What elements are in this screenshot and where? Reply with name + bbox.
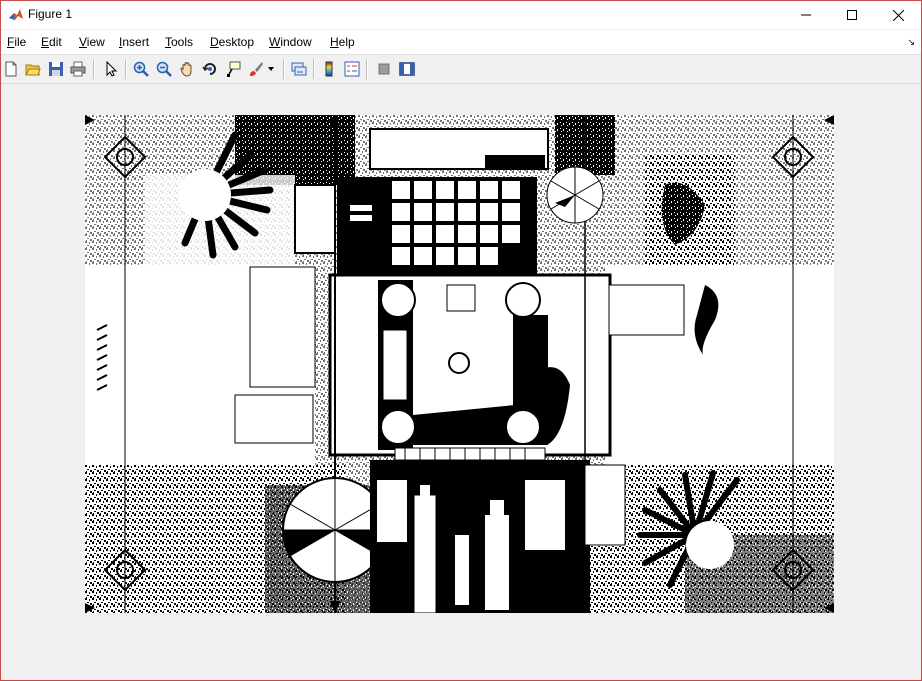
toolbar-separator <box>283 59 285 79</box>
chevron-down-icon <box>268 67 274 71</box>
menu-tools[interactable]: Tools <box>165 35 193 49</box>
link-plot-icon <box>291 62 307 76</box>
edit-plot-button[interactable] <box>101 59 121 79</box>
zoom-out-button[interactable] <box>154 59 174 79</box>
save-icon <box>49 62 63 76</box>
menu-file[interactable]: File <box>7 35 26 49</box>
maximize-button[interactable] <box>829 1 875 29</box>
data-cursor-button[interactable] <box>223 59 243 79</box>
close-button[interactable] <box>875 1 921 29</box>
new-figure-button[interactable] <box>1 59 21 79</box>
matlab-icon <box>8 7 24 23</box>
link-plot-button[interactable] <box>289 59 309 79</box>
close-icon <box>892 9 904 21</box>
new-figure-icon <box>5 61 17 77</box>
legend-icon <box>344 61 360 77</box>
toolbar-separator <box>125 59 127 79</box>
menu-help[interactable]: Help <box>330 35 355 49</box>
brush-button[interactable] <box>246 59 266 79</box>
figure-image[interactable] <box>85 115 834 613</box>
rotate-3d-icon <box>202 63 216 75</box>
maximize-icon <box>847 10 857 20</box>
menu-insert[interactable]: Insert <box>119 35 149 49</box>
save-button[interactable] <box>46 59 66 79</box>
show-plot-tools-icon <box>399 62 415 76</box>
show-plot-tools-button[interactable] <box>397 59 417 79</box>
toolbar-separator <box>313 59 315 79</box>
brush-icon <box>250 62 263 76</box>
menu-bar: File Edit View Insert Tools Desktop Wind… <box>1 30 921 55</box>
title-bar[interactable]: Figure 1 <box>1 1 921 29</box>
print-icon <box>70 61 86 77</box>
window-title: Figure 1 <box>28 7 73 21</box>
hide-plot-tools-button[interactable] <box>374 59 394 79</box>
menu-window[interactable]: Window <box>269 35 312 49</box>
figure-window: Figure 1 File Edit View Insert Tools Des… <box>0 0 922 681</box>
zoom-in-button[interactable] <box>131 59 151 79</box>
open-file-button[interactable] <box>23 59 43 79</box>
toolbar-separator <box>366 59 368 79</box>
menu-edit[interactable]: Edit <box>41 35 62 49</box>
zoom-out-icon <box>156 61 172 77</box>
rotate-3d-button[interactable] <box>200 59 220 79</box>
menu-view[interactable]: View <box>79 35 105 49</box>
colorbar-icon <box>325 61 333 77</box>
minimize-button[interactable] <box>783 1 829 29</box>
brush-dropdown[interactable] <box>265 59 277 79</box>
open-file-icon <box>25 64 41 76</box>
pan-button[interactable] <box>177 59 197 79</box>
toolbar-separator <box>93 59 95 79</box>
hide-plot-tools-icon <box>378 63 390 75</box>
dock-figure-icon[interactable]: ↘ <box>907 37 915 48</box>
edit-plot-icon <box>106 61 118 77</box>
print-button[interactable] <box>68 59 88 79</box>
figure-toolbar <box>1 55 921 84</box>
minimize-icon <box>801 14 811 16</box>
binary-test-chart-image <box>85 115 834 613</box>
menu-desktop[interactable]: Desktop <box>210 35 254 49</box>
zoom-in-icon <box>133 61 149 77</box>
data-cursor-icon <box>227 61 241 77</box>
pan-icon <box>180 61 192 77</box>
colorbar-button[interactable] <box>319 59 339 79</box>
legend-button[interactable] <box>342 59 362 79</box>
